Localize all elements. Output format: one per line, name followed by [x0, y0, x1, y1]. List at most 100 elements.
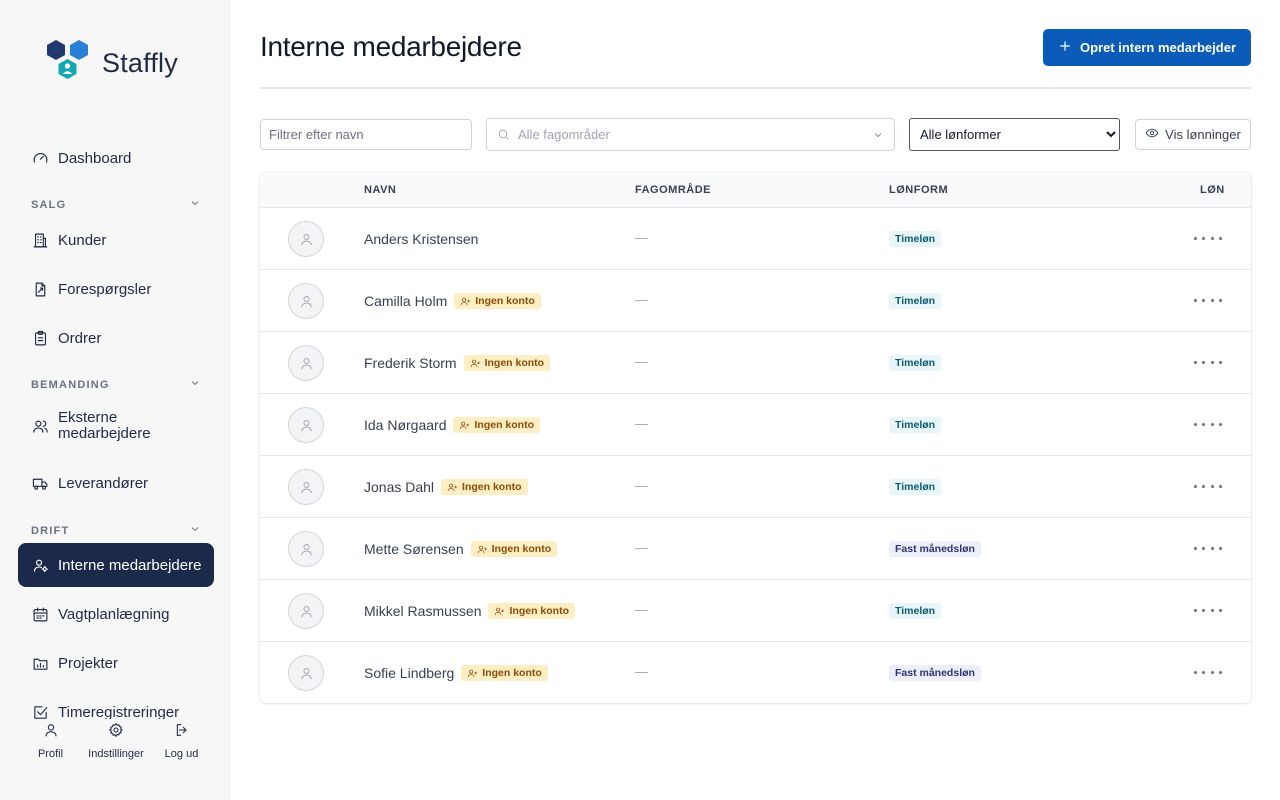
more-actions-button[interactable]	[1194, 539, 1222, 557]
user-icon	[300, 357, 312, 369]
table-row[interactable]: Frederik Storm Ingen konto — Timeløn	[260, 332, 1251, 394]
table-row[interactable]: Ida Nørgaard Ingen konto — Timeløn	[260, 394, 1251, 456]
more-actions-button[interactable]	[1194, 415, 1222, 433]
more-actions-button[interactable]	[1194, 291, 1222, 309]
more-actions-button[interactable]	[1194, 229, 1222, 247]
building-icon	[32, 232, 49, 249]
column-header-fagomrade[interactable]: FAGOMRÅDE	[635, 184, 711, 196]
sidebar-nav: Dashboard SALG Kunder Forespørgsler Ordr…	[18, 139, 214, 719]
salary-type-badge: Fast månedsløn	[889, 541, 981, 557]
logo[interactable]: Staffly	[46, 39, 178, 88]
name-cell: Frederik Storm Ingen konto	[364, 332, 551, 394]
avatar	[288, 531, 324, 567]
show-salaries-button[interactable]: Vis lønninger	[1135, 119, 1251, 150]
user-plus-icon	[470, 359, 480, 367]
table-row[interactable]: Anders Kristensen — Timeløn	[260, 208, 1251, 270]
calendar-icon	[32, 606, 49, 623]
sidebar-item-label: Interne medarbejdere	[58, 556, 202, 574]
employee-name[interactable]: Camilla Holm	[364, 293, 447, 309]
salary-type-badge: Timeløn	[889, 293, 942, 309]
table-row[interactable]: Sofie Lindberg Ingen konto — Fast måneds…	[260, 642, 1251, 703]
column-header-lonform[interactable]: LØNFORM	[889, 184, 948, 196]
gauge-icon	[32, 150, 49, 167]
sidebar-item-kunder[interactable]: Kunder	[18, 221, 214, 259]
more-actions-button[interactable]	[1194, 663, 1222, 681]
avatar	[288, 221, 324, 257]
sidebar-item-interne[interactable]: Interne medarbejdere	[18, 543, 214, 587]
user-icon	[300, 419, 312, 431]
sidebar-item-ordrer[interactable]: Ordrer	[18, 319, 214, 357]
sidebar-item-label: Vagtplanlægning	[58, 605, 170, 623]
area-filter-dropdown[interactable]: Alle fagområder	[486, 118, 895, 151]
no-account-badge: Ingen konto	[461, 665, 548, 681]
more-actions-button[interactable]	[1194, 601, 1222, 619]
area-value: —	[635, 478, 648, 493]
section-bemanding[interactable]: BEMANDING	[31, 377, 201, 392]
user-plus-icon	[460, 421, 470, 429]
show-salaries-label: Vis lønninger	[1165, 127, 1241, 142]
user-icon	[43, 722, 59, 748]
user-icon	[300, 233, 312, 245]
logout-button[interactable]: Log ud	[149, 722, 214, 760]
salary-type-badge: Timeløn	[889, 479, 942, 495]
no-account-label: Ingen konto	[509, 605, 569, 617]
section-label: SALG	[31, 198, 67, 211]
salary-type-select[interactable]: Alle lønformer	[909, 118, 1120, 151]
table-row[interactable]: Camilla Holm Ingen konto — Timeløn	[260, 270, 1251, 332]
no-account-label: Ingen konto	[491, 543, 552, 555]
employees-table: NAVN FAGOMRÅDE LØNFORM LØN Anders Kriste…	[260, 172, 1251, 703]
employee-name[interactable]: Mette Sørensen	[364, 541, 464, 557]
area-filter-placeholder: Alle fagområder	[518, 127, 610, 142]
table-row[interactable]: Mikkel Rasmussen Ingen konto — Timeløn	[260, 580, 1251, 642]
create-employee-button[interactable]: Opret intern medarbejder	[1043, 29, 1251, 66]
table-row[interactable]: Mette Sørensen Ingen konto — Fast måneds…	[260, 518, 1251, 580]
more-actions-button[interactable]	[1194, 353, 1222, 371]
area-value: —	[635, 292, 648, 307]
column-header-navn[interactable]: NAVN	[364, 184, 396, 196]
employee-name[interactable]: Ida Nørgaard	[364, 417, 446, 433]
name-cell: Sofie Lindberg Ingen konto	[364, 642, 548, 703]
name-filter-input[interactable]	[260, 119, 472, 150]
sidebar-item-label: Projekter	[58, 654, 119, 672]
sidebar-item-timeregistreringer[interactable]: Timeregistreringer	[18, 693, 214, 719]
plus-icon	[1058, 39, 1080, 56]
sidebar-item-label: Ordrer	[58, 329, 102, 347]
sidebar-item-vagtplan[interactable]: Vagtplanlægning	[18, 595, 214, 633]
profile-button[interactable]: Profil	[18, 722, 83, 760]
logo-icon	[46, 39, 90, 88]
search-icon	[497, 128, 518, 141]
no-account-badge: Ingen konto	[470, 541, 558, 557]
avatar	[288, 469, 324, 505]
sidebar-item-eksterne[interactable]: Eksterne medarbejdere	[18, 404, 214, 448]
sidebar-item-foresporgsler[interactable]: Forespørgsler	[18, 270, 214, 308]
column-header-lon[interactable]: LØN	[1200, 184, 1225, 196]
name-cell: Mette Sørensen Ingen konto	[364, 518, 558, 580]
salary-type-badge: Timeløn	[889, 231, 942, 247]
user-icon	[300, 605, 312, 617]
user-icon	[300, 295, 312, 307]
employee-name[interactable]: Anders Kristensen	[364, 231, 478, 247]
employee-name[interactable]: Mikkel Rasmussen	[364, 603, 481, 619]
logout-icon	[174, 722, 190, 748]
sidebar-item-leverandorer[interactable]: Leverandører	[18, 464, 214, 502]
header-divider	[260, 87, 1251, 89]
sidebar-item-projekter[interactable]: Projekter	[18, 644, 214, 682]
section-drift[interactable]: DRIFT	[31, 523, 201, 538]
user-icon	[300, 667, 312, 679]
no-account-label: Ingen konto	[484, 357, 545, 369]
no-account-label: Ingen konto	[482, 667, 542, 679]
employee-name[interactable]: Sofie Lindberg	[364, 665, 454, 681]
settings-button[interactable]: Indstillinger	[84, 722, 149, 760]
employee-name[interactable]: Frederik Storm	[364, 355, 457, 371]
user-plus-icon	[468, 669, 478, 677]
logout-label: Log ud	[164, 748, 199, 760]
more-actions-button[interactable]	[1194, 477, 1222, 495]
sidebar-item-dashboard[interactable]: Dashboard	[18, 139, 214, 177]
table-body: Anders Kristensen — Timeløn Camilla Holm…	[260, 208, 1251, 703]
chevron-down-icon	[189, 523, 201, 538]
salary-type-badge: Timeløn	[889, 603, 942, 619]
table-row[interactable]: Jonas Dahl Ingen konto — Timeløn	[260, 456, 1251, 518]
employee-name[interactable]: Jonas Dahl	[364, 479, 434, 495]
section-salg[interactable]: SALG	[31, 197, 201, 212]
table-header: NAVN FAGOMRÅDE LØNFORM LØN	[260, 172, 1251, 208]
